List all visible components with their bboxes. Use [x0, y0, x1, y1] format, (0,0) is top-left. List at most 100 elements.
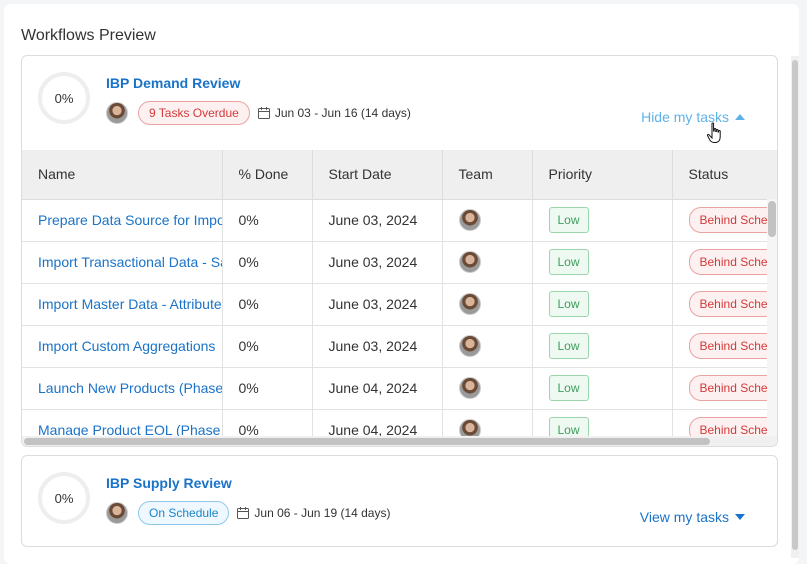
task-priority: Low [532, 409, 673, 436]
status-badge: On Schedule [138, 501, 230, 525]
priority-badge: Low [548, 375, 589, 401]
column-header-name[interactable]: Name [22, 150, 223, 200]
progress-value: 0% [54, 490, 74, 506]
avatar[interactable] [106, 502, 128, 524]
status-badge: 9 Tasks Overdue [138, 101, 250, 125]
status-badge: Behind Schedule [688, 249, 777, 275]
column-header-priority[interactable]: Priority [532, 150, 673, 200]
priority-badge: Low [548, 417, 589, 436]
workflow-title[interactable]: IBP Demand Review [106, 75, 240, 91]
column-header-team[interactable]: Team [442, 150, 533, 200]
task-team [442, 283, 533, 326]
hand-cursor-icon [706, 122, 721, 143]
date-range-text: Jun 03 - Jun 16 (14 days) [274, 106, 411, 120]
task-priority: Low [532, 325, 673, 368]
status-badge: Behind Schedule [688, 375, 777, 401]
task-name-link[interactable]: Launch New Products (Phase In) [22, 367, 223, 410]
task-priority: Low [532, 199, 673, 242]
task-start-date: June 04, 2024 [312, 409, 443, 436]
task-start-date: June 04, 2024 [312, 367, 443, 410]
task-priority: Low [532, 283, 673, 326]
task-status: Behind Schedule [672, 283, 777, 326]
task-team [442, 325, 533, 368]
avatar[interactable] [458, 377, 481, 399]
workflow-meta: 9 Tasks Overdue Jun 03 - Jun 16 (14 days… [106, 101, 411, 125]
progress-value: 0% [54, 90, 74, 106]
caret-down-icon [735, 514, 745, 520]
task-team [442, 409, 533, 436]
date-range: Jun 06 - Jun 19 (14 days) [237, 506, 390, 520]
hide-my-tasks-toggle[interactable]: Hide my tasks [641, 109, 745, 125]
view-my-tasks-toggle[interactable]: View my tasks [640, 509, 745, 525]
workflows-preview-panel: Workflows Preview 0% IBP Demand Review 9… [4, 4, 799, 564]
task-done: 0% [222, 283, 313, 326]
task-start-date: June 03, 2024 [312, 241, 443, 284]
table-row[interactable]: Import Master Data - Attributes 0% June 03… [22, 283, 777, 326]
status-badge: Behind Schedule [688, 207, 777, 233]
table-row[interactable]: Launch New Products (Phase In)0%June 04,… [22, 367, 777, 410]
task-start-date: June 03, 2024 [312, 283, 443, 326]
priority-badge: Low [548, 291, 589, 317]
avatar[interactable] [106, 102, 128, 124]
task-name-link[interactable]: Import Transactional Data - Sales [22, 241, 223, 284]
task-done: 0% [222, 367, 313, 410]
task-done: 0% [222, 241, 313, 284]
avatar[interactable] [458, 335, 481, 357]
calendar-icon [257, 107, 270, 119]
table-row[interactable]: Import Custom Aggregations 0% June 03, 202… [22, 325, 777, 368]
workflow-title[interactable]: IBP Supply Review [106, 475, 232, 491]
panel-title: Workflows Preview [21, 27, 156, 44]
task-start-date: June 03, 2024 [312, 199, 443, 242]
task-status: Behind Schedule [672, 409, 777, 436]
priority-badge: Low [548, 333, 589, 359]
status-badge: Behind Schedule [688, 417, 777, 436]
task-name-link[interactable]: Manage Product EOL (Phase Out) [22, 409, 223, 436]
column-header-start-date[interactable]: Start Date [312, 150, 443, 200]
progress-ring: 0% [38, 472, 90, 524]
tasks-table-container: Name % Done Start Date Team Priority Sta… [22, 150, 777, 436]
task-status: Behind Schedule [672, 367, 777, 410]
task-name-link[interactable]: Prepare Data Source for Import [22, 199, 223, 242]
scrollbar-thumb[interactable] [768, 201, 776, 237]
task-priority: Low [532, 241, 673, 284]
task-status: Behind Schedule [672, 325, 777, 368]
workflow-card-supply-review: 0% IBP Supply Review On Schedule Jun 06 … [21, 455, 778, 547]
avatar[interactable] [458, 293, 481, 315]
table-row[interactable]: Manage Product EOL (Phase Out)0%June 04,… [22, 409, 777, 436]
status-badge: Behind Schedule [688, 333, 777, 359]
priority-badge: Low [548, 249, 589, 275]
task-done: 0% [222, 325, 313, 368]
task-priority: Low [532, 367, 673, 410]
date-range: Jun 03 - Jun 16 (14 days) [257, 106, 411, 120]
table-row[interactable]: Prepare Data Source for Import 0% June 03,… [22, 199, 777, 242]
column-header-status[interactable]: Status [672, 150, 777, 200]
task-name-link[interactable]: Import Custom Aggregations [22, 325, 223, 368]
avatar[interactable] [458, 251, 481, 273]
priority-badge: Low [548, 207, 589, 233]
scrollbar-thumb[interactable] [24, 438, 710, 445]
calendar-icon [237, 507, 250, 519]
toggle-label: View my tasks [639, 509, 729, 525]
status-badge: Behind Schedule [688, 291, 777, 317]
column-header-done[interactable]: % Done [222, 150, 313, 200]
avatar[interactable] [458, 419, 481, 436]
task-team [442, 199, 533, 242]
table-row[interactable]: Import Transactional Data - Sales0%June … [22, 241, 777, 284]
tasks-table: Name % Done Start Date Team Priority Sta… [22, 150, 777, 436]
task-name-link[interactable]: Import Master Data - Attributes [22, 283, 223, 326]
task-team [442, 241, 533, 284]
progress-ring: 0% [38, 72, 90, 124]
table-vertical-scrollbar[interactable] [767, 199, 777, 436]
table-horizontal-scrollbar[interactable] [22, 436, 777, 446]
date-range-text: Jun 06 - Jun 19 (14 days) [254, 506, 391, 520]
task-status: Behind Schedule [672, 199, 777, 242]
task-status: Behind Schedule [672, 241, 777, 284]
task-done: 0% [222, 199, 313, 242]
scrollbar-thumb[interactable] [792, 60, 798, 550]
table-header-row: Name % Done Start Date Team Priority Sta… [22, 150, 777, 200]
avatar[interactable] [458, 209, 481, 231]
page-vertical-scrollbar[interactable] [791, 56, 799, 558]
task-done: 0% [222, 409, 313, 436]
caret-up-icon [735, 114, 745, 120]
task-team [442, 367, 533, 410]
